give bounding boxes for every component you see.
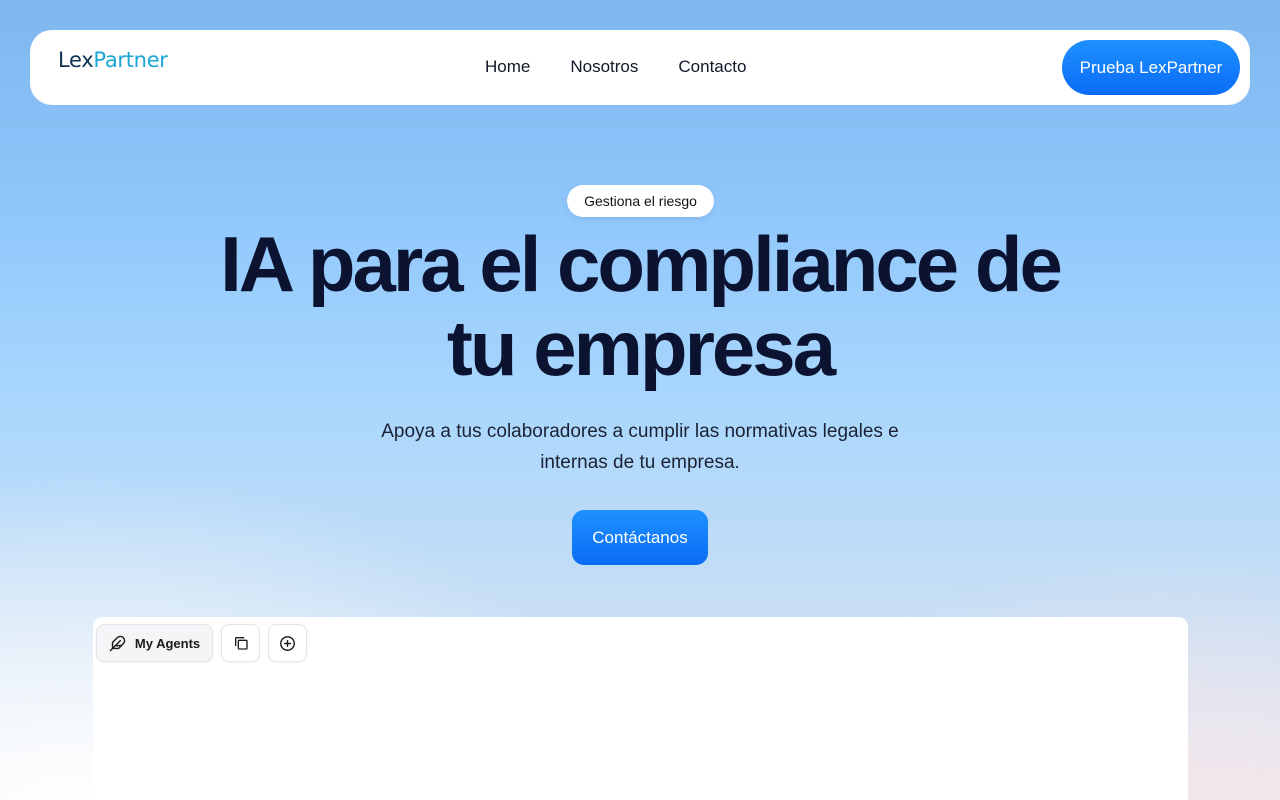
my-agents-label: My Agents	[134, 635, 201, 651]
app-preview: My Agents	[93, 617, 1188, 800]
add-button[interactable]	[268, 624, 307, 662]
hero-badge: Gestiona el riesgo	[567, 185, 714, 217]
logo-text-lex: Lex	[58, 48, 94, 72]
logo[interactable]: LexPartner	[58, 48, 168, 72]
hero-subtitle-line1: Apoya a tus colaboradores a cumplir las …	[381, 421, 899, 442]
feather-icon	[109, 635, 126, 652]
my-agents-button[interactable]: My Agents	[96, 624, 213, 662]
contact-button[interactable]: Contáctanos	[572, 510, 708, 565]
try-lexpartner-button[interactable]: Prueba LexPartner	[1062, 40, 1240, 95]
logo-text-partner: Partner	[93, 48, 168, 72]
nav-link-contacto[interactable]: Contacto	[678, 57, 746, 77]
hero-subtitle: Apoya a tus colaboradores a cumplir las …	[340, 416, 940, 478]
nav-link-nosotros[interactable]: Nosotros	[570, 57, 638, 77]
hero-title: IA para el compliance de tu empresa	[140, 222, 1140, 390]
hero-subtitle-line2: internas de tu empresa.	[540, 452, 740, 473]
copy-button[interactable]	[221, 624, 260, 662]
copy-icon	[233, 635, 249, 651]
hero-title-line2: tu empresa	[446, 304, 836, 392]
navbar: LexPartner Home Nosotros Contacto Prueba…	[30, 30, 1250, 105]
hero-title-line1: IA para el compliance de	[220, 220, 1063, 308]
plus-circle-icon	[279, 635, 296, 652]
nav-links: Home Nosotros Contacto	[485, 57, 746, 77]
nav-link-home[interactable]: Home	[485, 57, 530, 77]
